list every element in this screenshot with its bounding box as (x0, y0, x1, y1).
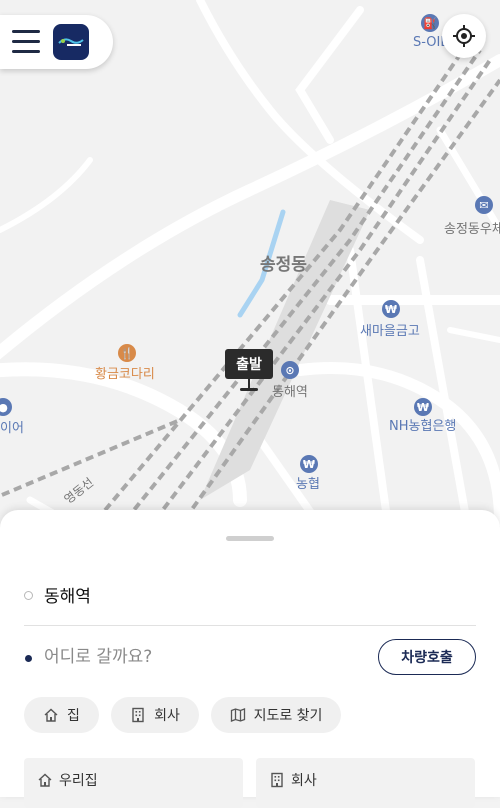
top-left-header (0, 15, 113, 69)
map-canvas (0, 0, 500, 540)
gas-station-icon: ⛽ (421, 14, 439, 32)
map-icon (230, 708, 245, 722)
chip-office[interactable]: 회사 (111, 697, 199, 733)
map-label-nh-bank: NH농협은행 (389, 419, 457, 434)
origin-row[interactable]: 동해역 (24, 580, 476, 610)
start-marker-base (240, 388, 258, 391)
saved-place-office[interactable]: 회사 (256, 758, 475, 808)
map-label-songjeong-post: 송정동우체 (444, 222, 500, 237)
chip-home-label: 집 (67, 708, 80, 724)
saved-place-home-label: 우리집 (59, 773, 98, 789)
home-icon (38, 773, 52, 787)
origin-text: 동해역 (44, 587, 91, 607)
building-icon (132, 707, 144, 723)
map-label-donghae-station: 동해역 (272, 385, 308, 400)
chip-find-on-map[interactable]: 지도로 찾기 (211, 697, 341, 733)
post-office-icon: ✉ (475, 196, 493, 214)
map-label-hwanggeum: 황금코다리 (95, 367, 155, 382)
map-label-tire: 이어 (0, 421, 24, 436)
bank-poi-icon: ₩ (382, 300, 400, 318)
start-marker[interactable]: 출발 (225, 349, 273, 379)
restaurant-icon: 🍴 (118, 344, 136, 362)
sheet-drag-handle[interactable] (226, 536, 274, 541)
bottom-sheet: 동해역 차량호출 집 회사 지도로 찾기 (0, 510, 500, 808)
chip-find-on-map-label: 지도로 찾기 (253, 708, 323, 724)
map-label-nonghyup: 농협 (296, 477, 320, 492)
home-icon (44, 708, 58, 722)
app-logo-icon (53, 24, 89, 60)
map-label-songjeong-dong: 송정동 (260, 255, 307, 275)
destination-input[interactable] (44, 643, 364, 671)
origin-dot-icon (24, 591, 33, 600)
destination-dot-icon (25, 655, 32, 662)
map-view[interactable]: S-OIL ⛽ 송정동 ✉ 송정동우체 ₩ 새마을금고 🍴 황금코다리 ⊙ 동해… (0, 0, 500, 540)
call-vehicle-button[interactable]: 차량호출 (378, 639, 476, 675)
chip-home[interactable]: 집 (24, 697, 99, 733)
chip-office-label: 회사 (154, 708, 180, 724)
hamburger-menu-icon[interactable] (12, 30, 40, 54)
building-icon (271, 772, 283, 788)
current-location-icon (453, 25, 475, 47)
nh-bank-poi-icon: ₩ (414, 398, 432, 416)
train-station-icon: ⊙ (281, 361, 299, 379)
current-location-button[interactable] (442, 14, 486, 58)
saved-place-office-label: 회사 (291, 773, 317, 789)
map-label-saemaeul: 새마을금고 (360, 324, 420, 339)
divider (24, 625, 476, 626)
saved-place-home[interactable]: 우리집 (24, 758, 243, 808)
nonghyup-poi-icon: ₩ (300, 455, 318, 473)
